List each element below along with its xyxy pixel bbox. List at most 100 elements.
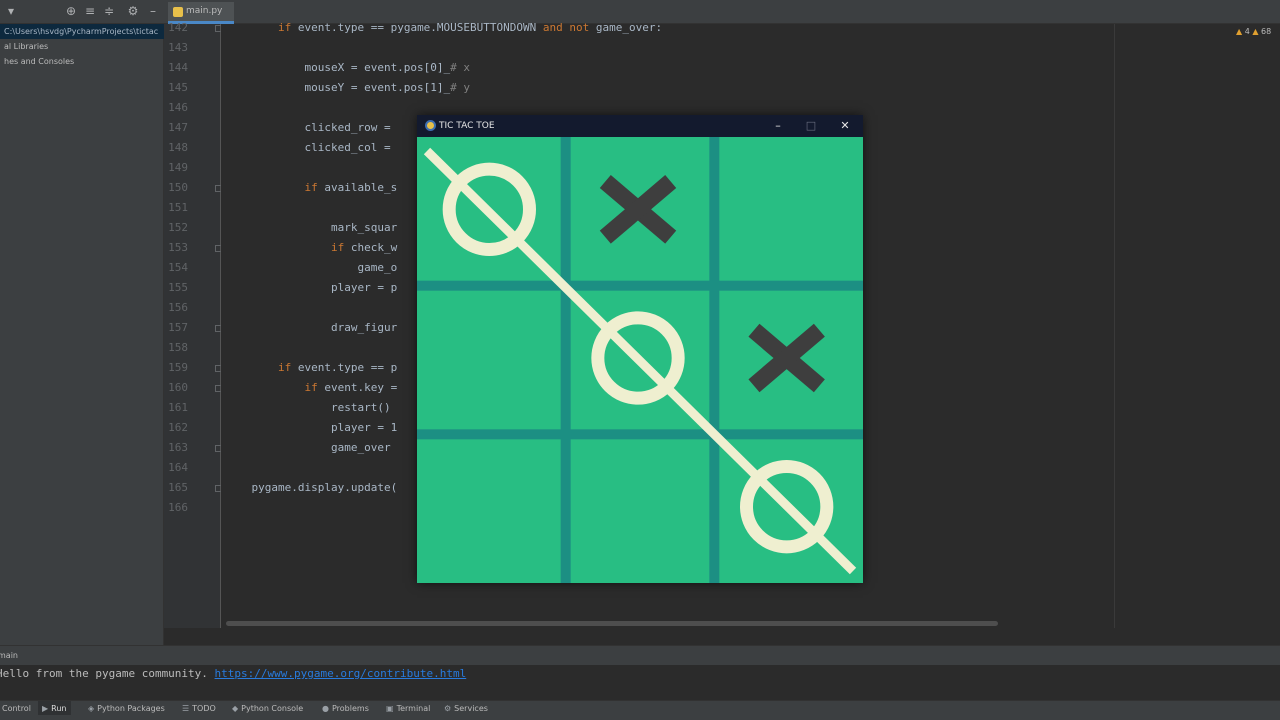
ide-window: ▾ ⊕ ≡ ≑ ⚙ – C:\Users\hsvdg\PycharmProjec… bbox=[0, 0, 1280, 720]
status-bar bbox=[0, 715, 1280, 720]
line-number: 144 bbox=[168, 61, 188, 74]
code-line: if available_s bbox=[304, 181, 398, 194]
code-line: clicked_col = bbox=[225, 141, 398, 154]
game-title: TIC TAC TOE bbox=[439, 121, 495, 131]
tool-window-python-packages[interactable]: ◈ Python Packages bbox=[84, 701, 169, 716]
warning-icon: ▲ bbox=[1236, 27, 1243, 36]
line-number: 162 bbox=[168, 421, 188, 434]
line-number: 142 bbox=[168, 21, 188, 34]
project-tree-item[interactable]: C:\Users\hsvdg\PycharmProjects\tictac bbox=[0, 24, 164, 39]
line-number: 160 bbox=[168, 381, 188, 394]
packages-icon: ◈ bbox=[88, 704, 95, 713]
project-tree-item[interactable]: al Libraries bbox=[0, 39, 164, 54]
tab-label: main.py bbox=[186, 6, 223, 16]
line-number: 150 bbox=[168, 181, 188, 194]
code-line: if event.type == pygame.MOUSEBUTTONDOWN … bbox=[277, 21, 663, 34]
right-margin-guide bbox=[1114, 24, 1115, 628]
inspection-badge[interactable]: ▲ 4 ▲ 68 bbox=[1236, 27, 1271, 36]
line-number: 158 bbox=[168, 341, 188, 354]
dropdown-chevron-icon[interactable]: ▾ bbox=[4, 4, 18, 18]
line-number: 155 bbox=[168, 281, 188, 294]
run-panel-header: main bbox=[0, 645, 1280, 665]
game-titlebar[interactable]: TIC TAC TOE – □ ✕ bbox=[417, 115, 863, 137]
line-number: 159 bbox=[168, 361, 188, 374]
code-line: if event.type == p bbox=[277, 361, 398, 374]
close-button[interactable]: ✕ bbox=[828, 115, 862, 137]
horizontal-scrollbar[interactable] bbox=[226, 621, 998, 626]
hide-panel-icon[interactable]: – bbox=[146, 4, 160, 18]
locate-icon[interactable]: ⊕ bbox=[64, 4, 78, 18]
tool-window-bar: Control ▶ Run ◈ Python Packages ☰ TODO ◆ Python … bbox=[0, 700, 1280, 716]
code-line: mark_squar bbox=[225, 221, 398, 234]
gear-icon[interactable]: ⚙ bbox=[126, 4, 140, 18]
project-tree-item[interactable]: hes and Consoles bbox=[0, 54, 164, 69]
tool-window-label: Problems bbox=[331, 704, 369, 713]
code-line: mouseX = event.pos[0]_# x bbox=[225, 61, 471, 74]
tool-window-label: Terminal bbox=[396, 704, 431, 713]
todo-icon: ☰ bbox=[182, 704, 190, 713]
grid-line-horizontal bbox=[417, 429, 863, 440]
weak-warning-icon: ▲ bbox=[1252, 27, 1259, 36]
weak-warning-count: 68 bbox=[1261, 27, 1272, 36]
tic-tac-toe-board[interactable] bbox=[417, 137, 863, 583]
code-line: if event.key = bbox=[304, 381, 398, 394]
pygame-window[interactable]: TIC TAC TOE – □ ✕ bbox=[417, 115, 863, 583]
tool-window-label: Python Packages bbox=[97, 704, 165, 713]
tool-window-python-console[interactable]: ◆ Python Console bbox=[228, 701, 307, 716]
terminal-icon: ▣ bbox=[386, 704, 394, 713]
tool-window-terminal[interactable]: ▣ Terminal bbox=[382, 701, 434, 716]
line-number: 163 bbox=[168, 441, 188, 454]
line-number: 149 bbox=[168, 161, 188, 174]
line-number: 151 bbox=[168, 201, 188, 214]
line-number: 143 bbox=[168, 41, 188, 54]
tool-window-todo[interactable]: ☰ TODO bbox=[178, 701, 220, 716]
console-line: Hello from the pygame community. https:/… bbox=[0, 665, 466, 683]
line-number: 153 bbox=[168, 241, 188, 254]
console-text: Hello from the pygame community. bbox=[0, 667, 215, 680]
tool-window-run[interactable]: ▶ Run bbox=[38, 701, 71, 716]
tool-window-problems[interactable]: ● Problems bbox=[318, 701, 373, 716]
project-panel: ▾ ⊕ ≡ ≑ ⚙ – C:\Users\hsvdg\PycharmProjec… bbox=[0, 0, 164, 645]
line-number: 161 bbox=[168, 401, 188, 414]
code-line: restart() bbox=[225, 401, 391, 414]
line-number: 166 bbox=[168, 501, 188, 514]
code-line: game_o bbox=[225, 261, 398, 274]
project-panel-toolbar: ▾ ⊕ ≡ ≑ ⚙ – bbox=[0, 0, 164, 24]
line-number: 157 bbox=[168, 321, 188, 334]
line-number: 146 bbox=[168, 101, 188, 114]
tool-window-control[interactable]: Control bbox=[0, 701, 35, 716]
line-number-gutter: 142 143 144 145 146 147 148 149 150 151 152 153 154 1… bbox=[164, 21, 222, 628]
code-line: game_over bbox=[225, 441, 398, 454]
code-line: if check_w bbox=[330, 241, 398, 254]
expand-all-icon[interactable]: ≡ bbox=[83, 4, 97, 18]
tool-window-services[interactable]: ⚙ Services bbox=[440, 701, 492, 716]
tool-window-label: TODO bbox=[192, 704, 216, 713]
code-line: clicked_row = bbox=[225, 121, 398, 134]
run-icon: ▶ bbox=[42, 704, 49, 713]
problems-icon: ● bbox=[322, 704, 329, 713]
minimize-button[interactable]: – bbox=[761, 115, 795, 137]
line-number: 145 bbox=[168, 81, 188, 94]
grid-line-horizontal bbox=[417, 280, 863, 291]
warning-count: 4 bbox=[1244, 27, 1250, 36]
tool-window-label: Control bbox=[2, 704, 31, 713]
code-line: player = p bbox=[225, 281, 398, 294]
line-number: 148 bbox=[168, 141, 188, 154]
code-line: mouseY = event.pos[1]_# y bbox=[225, 81, 471, 94]
collapse-all-icon[interactable]: ≑ bbox=[102, 4, 116, 18]
maximize-button[interactable]: □ bbox=[794, 115, 828, 137]
code-line: pygame.display.update( bbox=[225, 481, 398, 494]
line-number: 156 bbox=[168, 301, 188, 314]
code-line: draw_figur bbox=[225, 321, 398, 334]
run-tab-main[interactable]: main bbox=[0, 646, 18, 665]
contribute-link[interactable]: https://www.pygame.org/contribute.html bbox=[215, 667, 467, 680]
tool-window-label: Run bbox=[51, 704, 67, 713]
grid-line-vertical bbox=[560, 137, 571, 583]
grid-line-vertical bbox=[709, 137, 720, 583]
tool-window-label: Python Console bbox=[241, 704, 304, 713]
python-console-icon: ◆ bbox=[232, 704, 239, 713]
run-console-output[interactable]: Hello from the pygame community. https:/… bbox=[0, 665, 1280, 700]
line-number: 154 bbox=[168, 261, 188, 274]
python-file-icon bbox=[173, 7, 183, 17]
pygame-snake-icon bbox=[425, 120, 436, 131]
